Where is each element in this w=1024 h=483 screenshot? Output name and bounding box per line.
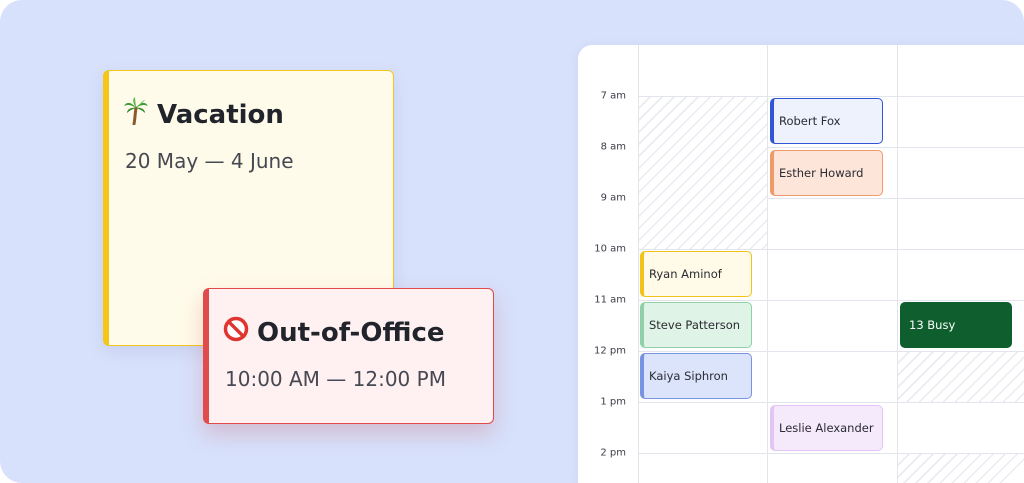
event-kaiya-siphron[interactable]: Kaiya Siphron [640,353,752,399]
grid-line [638,402,1024,403]
ooo-title-row: Out-of-Office [223,316,444,349]
event-leslie-alexander[interactable]: Leslie Alexander [770,405,883,451]
grid-line [638,300,1024,301]
ooo-title: Out-of-Office [257,317,445,348]
palm-tree-icon [123,97,149,132]
time-label: 7 am [600,90,626,102]
vacation-title-row: Vacation [123,97,284,132]
grid-line [638,249,1024,250]
event-steve-patterson[interactable]: Steve Patterson [640,302,752,348]
event-ryan-aminof[interactable]: Ryan Aminof [640,251,752,297]
time-label: 2 pm [600,447,626,459]
event-esther-howard[interactable]: Esther Howard [770,150,883,196]
event-robert-fox[interactable]: Robert Fox [770,98,883,144]
time-label: 10 am [594,243,626,255]
event-busy-block[interactable]: 13 Busy [900,302,1012,348]
prohibited-icon [223,316,249,349]
grid-line [767,45,768,483]
calendar-grid: 7 am 8 am 9 am 10 am 11 am 12 pm 1 pm 2 … [578,45,1024,483]
ooo-time-range: 10:00 AM — 12:00 PM [225,367,446,391]
hero-frame: 7 am 8 am 9 am 10 am 11 am 12 pm 1 pm 2 … [0,0,1024,483]
out-of-office-card[interactable]: Out-of-Office 10:00 AM — 12:00 PM [203,288,494,424]
time-label: 12 pm [594,345,626,357]
unavailable-block [898,352,1024,402]
unavailable-block [898,454,1024,483]
time-label: 1 pm [600,396,626,408]
unavailable-block [639,97,767,249]
time-label: 9 am [600,192,626,204]
vacation-title: Vacation [157,99,284,130]
time-label: 8 am [600,141,626,153]
vacation-dates: 20 May — 4 June [125,149,294,173]
time-label: 11 am [594,294,626,306]
grid-line [897,45,898,483]
